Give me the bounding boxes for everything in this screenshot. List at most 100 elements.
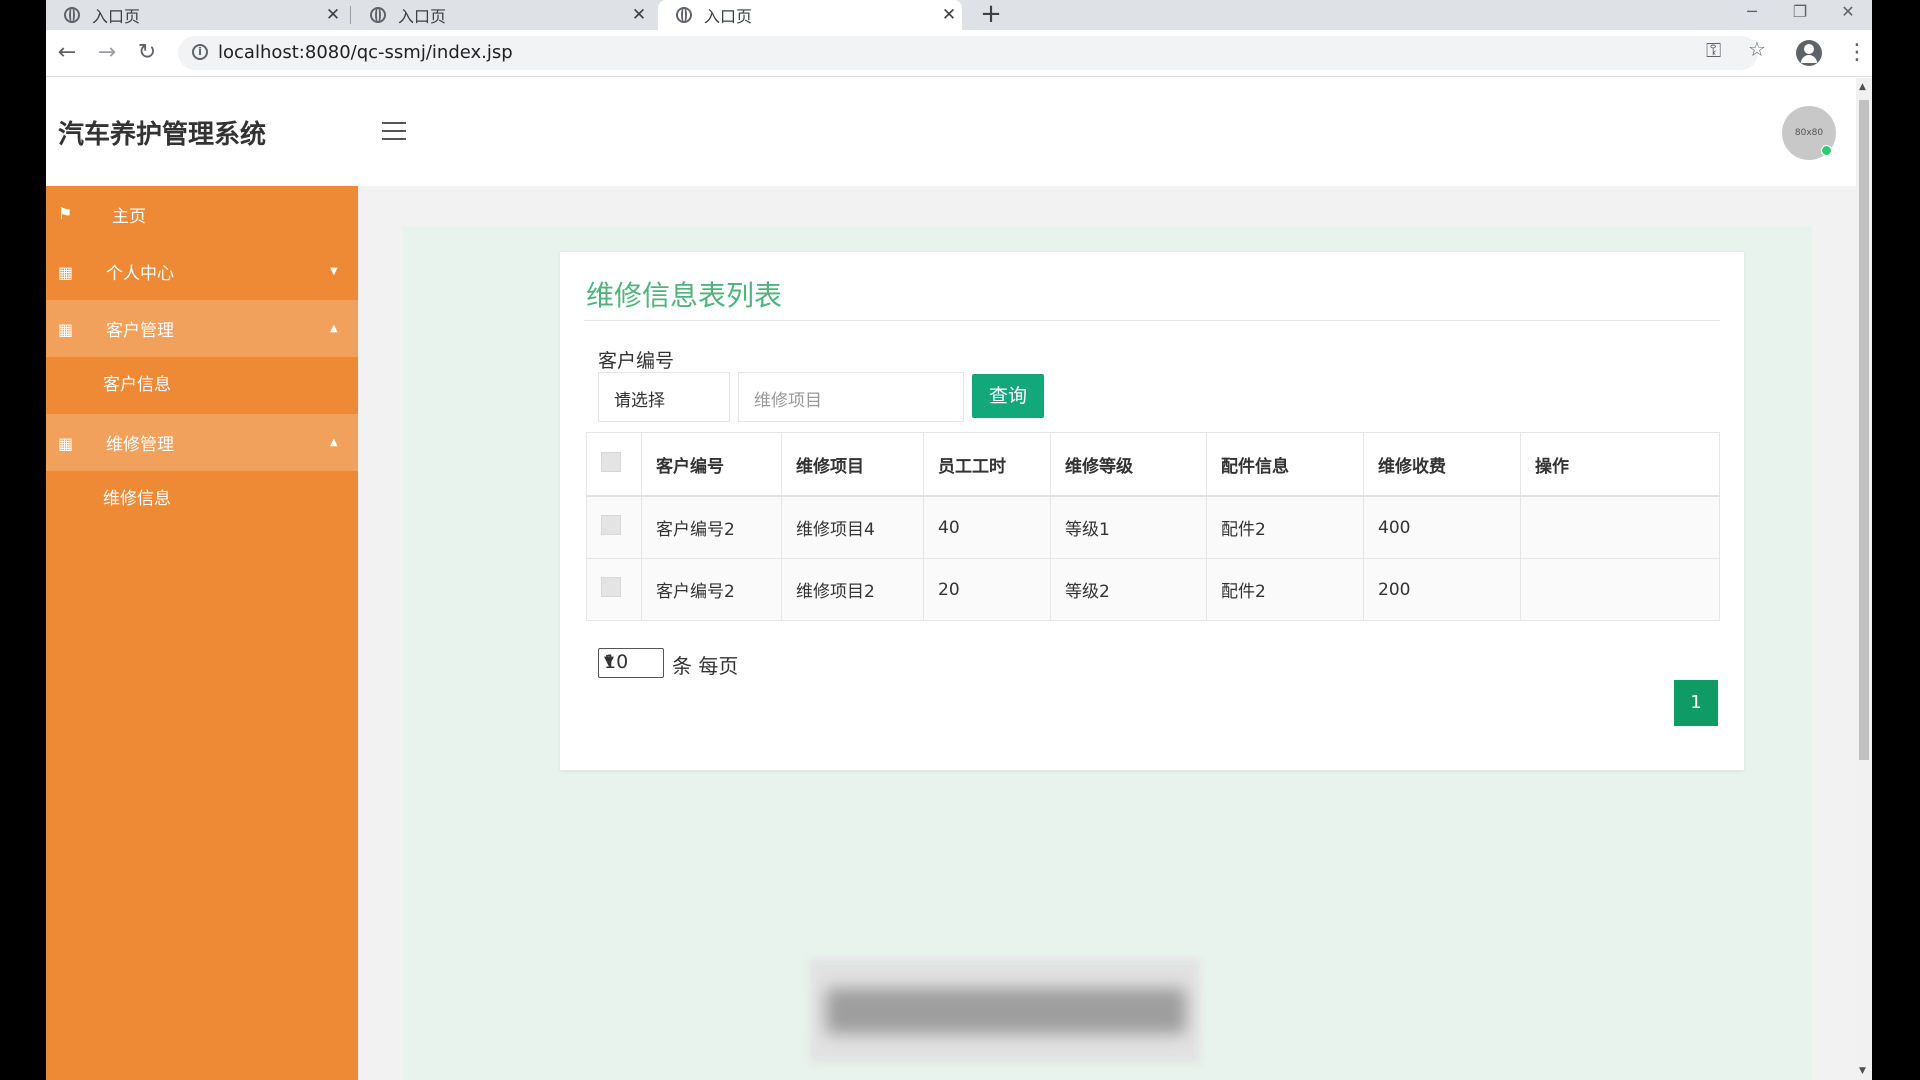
app-title: 汽车养护管理系统 — [58, 120, 267, 150]
table-cell: 客户编号2 — [641, 495, 782, 559]
grid-icon: ▦ — [58, 320, 74, 339]
row-select-cell — [586, 495, 642, 559]
minimize-icon[interactable]: ─ — [1728, 0, 1776, 30]
new-tab-button[interactable]: + — [976, 0, 1006, 30]
table-cell: 200 — [1363, 558, 1521, 621]
sidebar-subitem-repair-info[interactable]: 维修信息 — [46, 471, 358, 528]
chevron-down-icon: ⌄ — [614, 386, 626, 402]
globe-icon — [676, 7, 692, 23]
panel-title: 维修信息表列表 — [586, 279, 783, 312]
avatar[interactable]: 80x80 — [1782, 106, 1836, 160]
column-header: 员工工时 — [923, 432, 1051, 497]
select-all-cell — [586, 432, 642, 497]
table-cell: 维修项目4 — [781, 495, 924, 559]
window-close-icon[interactable]: ✕ — [1824, 0, 1872, 30]
close-icon[interactable]: ✕ — [626, 5, 652, 25]
chevron-up-icon: ▲ — [330, 437, 338, 448]
browser-tab-active[interactable]: 入口页 ✕ — [658, 0, 962, 30]
table-row: 客户编号2 维修项目2 20 等级2 配件2 200 — [586, 558, 1720, 621]
avatar-placeholder-text: 80x80 — [1794, 128, 1824, 138]
column-header: 维修项目 — [781, 432, 924, 497]
sidebar-subitem-label: 客户信息 — [103, 375, 171, 395]
sidebar-item-customer-management[interactable]: ▦ 客户管理 ▲ — [46, 300, 358, 357]
tab-title: 入口页 — [398, 7, 447, 26]
row-checkbox[interactable] — [601, 515, 621, 535]
chevron-down-icon: ▼ — [330, 266, 338, 277]
filter-label: 客户编号 — [598, 350, 675, 372]
column-header: 操作 — [1520, 432, 1720, 497]
scroll-up-icon[interactable]: ▲ — [1859, 82, 1866, 92]
url-text: localhost:8080/qc-ssmj/index.jsp — [218, 42, 513, 63]
profile-icon[interactable] — [1796, 40, 1822, 66]
per-page-label: 条 每页 — [672, 654, 739, 678]
hamburger-icon[interactable] — [382, 122, 406, 140]
url-field[interactable]: i localhost:8080/qc-ssmj/index.jsp — [178, 36, 1758, 70]
column-header: 维修收费 — [1363, 432, 1521, 497]
tab-strip: 入口页 ✕ 入口页 ✕ 入口页 ✕ + ─ ❐ ✕ — [46, 0, 1872, 30]
reload-icon[interactable]: ↻ — [132, 38, 162, 68]
restore-icon[interactable]: ❐ — [1776, 0, 1824, 30]
tab-title: 入口页 — [704, 7, 753, 26]
tab-title: 入口页 — [92, 7, 141, 26]
row-select-cell — [586, 558, 642, 621]
column-header: 客户编号 — [641, 432, 782, 497]
forward-icon[interactable]: → — [92, 38, 122, 68]
table-cell: 维修项目2 — [781, 558, 924, 621]
globe-icon — [370, 7, 386, 23]
column-header: 维修等级 — [1050, 432, 1207, 497]
input-placeholder: 维修项目 — [754, 391, 822, 411]
table-cell: 客户编号2 — [641, 558, 782, 621]
scrollbar-thumb[interactable] — [1859, 100, 1869, 760]
sidebar-item-label: 个人中心 — [106, 264, 174, 284]
sidebar-subitem-label: 维修信息 — [103, 489, 171, 509]
sidebar-subitem-customer-info[interactable]: 客户信息 — [46, 357, 358, 414]
table-cell: 等级1 — [1050, 495, 1207, 559]
tab-divider — [350, 6, 351, 24]
grid-icon: ▦ — [58, 434, 74, 453]
grid-icon: ▦ — [58, 263, 74, 282]
page-size-select[interactable]: 10 ▼ — [598, 648, 664, 678]
table-cell-actions — [1520, 558, 1720, 621]
address-bar: ← → ↻ i localhost:8080/qc-ssmj/index.jsp… — [46, 30, 1872, 77]
browser-tab[interactable]: 入口页 ✕ — [352, 0, 652, 30]
repair-table: 客户编号 维修项目 员工工时 维修等级 配件信息 维修收费 操作 客户编号2 维… — [586, 432, 1720, 621]
back-icon[interactable]: ← — [52, 38, 82, 68]
repair-list-panel: 维修信息表列表 客户编号 请选择 ⌄ 维修项目 查询 客户编号 维修项目 员工工… — [560, 252, 1744, 770]
row-checkbox[interactable] — [601, 577, 621, 597]
star-icon[interactable]: ☆ — [1748, 37, 1766, 61]
table-cell: 40 — [923, 495, 1051, 559]
table-cell-actions — [1520, 495, 1720, 559]
scrollbar[interactable]: ▲ ▼ — [1856, 78, 1872, 1080]
key-icon[interactable]: ⚿ — [1706, 38, 1721, 62]
repair-item-input[interactable]: 维修项目 — [738, 372, 964, 422]
chevron-down-icon: ▼ — [604, 654, 614, 669]
sidebar-item-repair-management[interactable]: ▦ 维修管理 ▲ — [46, 414, 358, 471]
page-button-current[interactable]: 1 — [1674, 680, 1718, 726]
globe-icon — [64, 7, 80, 23]
sidebar-item-label: 主页 — [112, 207, 146, 227]
table-cell: 配件2 — [1206, 558, 1364, 621]
table-cell: 400 — [1363, 495, 1521, 559]
table-header-row: 客户编号 维修项目 员工工时 维修等级 配件信息 维修收费 操作 — [586, 432, 1720, 497]
site-info-icon[interactable]: i — [192, 44, 208, 60]
table-cell: 配件2 — [1206, 495, 1364, 559]
blurred-text — [826, 988, 1186, 1034]
sidebar-item-home[interactable]: ⚑ 主页 — [46, 186, 358, 243]
flag-icon: ⚑ — [58, 204, 73, 223]
customer-number-select[interactable]: 请选择 ⌄ — [598, 372, 730, 422]
sidebar-item-personal-center[interactable]: ▦ 个人中心 ▼ — [46, 243, 358, 300]
online-status-dot — [1821, 145, 1832, 156]
menu-dots-icon[interactable]: ⋮ — [1846, 40, 1868, 65]
table-cell: 20 — [923, 558, 1051, 621]
divider — [584, 320, 1720, 321]
app-header: 汽车养护管理系统 80x80 — [46, 78, 1856, 186]
browser-window: 入口页 ✕ 入口页 ✕ 入口页 ✕ + ─ ❐ ✕ ← → ↻ i localh… — [46, 0, 1872, 1080]
close-icon[interactable]: ✕ — [320, 5, 346, 25]
chevron-up-icon: ▲ — [330, 323, 338, 334]
select-all-checkbox[interactable] — [601, 451, 621, 472]
scroll-down-icon[interactable]: ▼ — [1859, 1066, 1866, 1076]
browser-tab[interactable]: 入口页 ✕ — [46, 0, 346, 30]
sidebar: ⚑ 主页 ▦ 个人中心 ▼ ▦ 客户管理 ▲ 客户信息 ▦ 维修管理 ▲ 维修信… — [46, 186, 358, 1080]
close-icon[interactable]: ✕ — [936, 5, 962, 25]
query-button[interactable]: 查询 — [972, 374, 1044, 418]
